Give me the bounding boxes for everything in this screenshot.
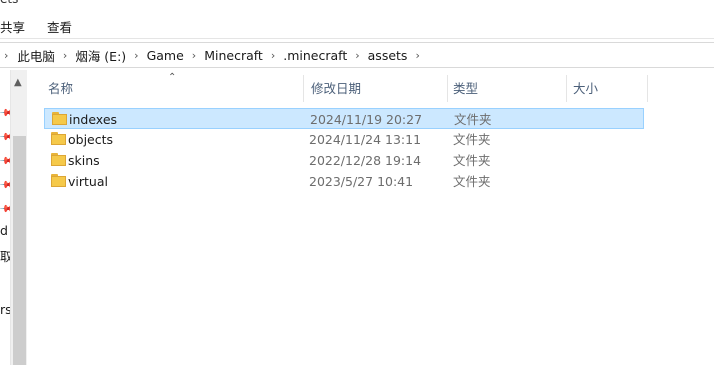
tab-view[interactable]: 查看 [47, 17, 72, 36]
file-list: indexes 2024/11/19 20:27 文件夹 objects 202… [44, 108, 644, 192]
file-type: 文件夹 [453, 174, 491, 189]
file-date: 2024/11/24 13:11 [309, 132, 422, 147]
file-type: 文件夹 [453, 132, 491, 147]
breadcrumb-dot-minecraft[interactable]: .minecraft [283, 48, 347, 63]
scrollbar-thumb[interactable] [13, 136, 26, 365]
folder-icon [51, 132, 66, 145]
chevron-right-icon[interactable]: › [355, 49, 359, 62]
file-type: 文件夹 [453, 153, 491, 168]
ribbon-partial-text: ets [0, 0, 18, 6]
column-header-type[interactable]: 类型 [445, 75, 565, 102]
breadcrumb-minecraft[interactable]: Minecraft [204, 48, 263, 63]
folder-icon [52, 112, 67, 125]
chevron-right-icon[interactable]: › [4, 49, 8, 62]
chevron-right-icon[interactable]: › [415, 49, 419, 62]
file-type: 文件夹 [454, 112, 492, 127]
breadcrumb-assets[interactable]: assets [368, 48, 408, 63]
tab-share[interactable]: 共享 [0, 17, 25, 36]
column-header-name[interactable]: 名称 [40, 75, 303, 102]
list-item[interactable]: skins 2022/12/28 19:14 文件夹 [44, 150, 644, 171]
file-explorer-window: ets 共享 查看 › 此电脑 › 烟海 (E:) › Game › Minec… [0, 0, 714, 365]
chevron-right-icon[interactable]: › [192, 49, 196, 62]
nav-scrollbar[interactable]: ▲ [10, 70, 27, 365]
list-item[interactable]: indexes 2024/11/19 20:27 文件夹 [44, 108, 644, 129]
file-name[interactable]: indexes [69, 109, 117, 130]
chevron-right-icon[interactable]: › [271, 49, 275, 62]
file-date: 2024/11/19 20:27 [310, 112, 423, 127]
column-header-date[interactable]: 修改日期 [303, 75, 447, 102]
ribbon: ets 共享 查看 [0, 0, 714, 39]
list-item[interactable]: objects 2024/11/24 13:11 文件夹 [44, 129, 644, 150]
file-date: 2023/5/27 10:41 [309, 174, 414, 189]
list-item[interactable]: virtual 2023/5/27 10:41 文件夹 [44, 171, 644, 192]
column-divider[interactable] [647, 75, 648, 102]
chevron-right-icon[interactable]: › [63, 49, 67, 62]
folder-icon [51, 174, 66, 187]
address-bar[interactable]: › 此电脑 › 烟海 (E:) › Game › Minecraft › .mi… [0, 42, 714, 68]
file-name[interactable]: objects [68, 129, 113, 150]
breadcrumb-game[interactable]: Game [147, 48, 184, 63]
file-date: 2022/12/28 19:14 [309, 153, 422, 168]
file-name[interactable]: skins [68, 150, 100, 171]
breadcrumb-this-pc[interactable]: 此电脑 [17, 46, 55, 65]
column-header-size[interactable]: 大小 [565, 75, 645, 102]
chevron-right-icon[interactable]: › [134, 49, 138, 62]
scroll-up-icon[interactable]: ▲ [14, 77, 22, 88]
column-header-row: ⌃ 名称 修改日期 类型 大小 [40, 72, 648, 102]
nav-item-partial[interactable]: d [0, 223, 8, 238]
folder-icon [51, 153, 66, 166]
breadcrumb-drive-e[interactable]: 烟海 (E:) [75, 46, 126, 65]
file-name[interactable]: virtual [68, 171, 108, 192]
